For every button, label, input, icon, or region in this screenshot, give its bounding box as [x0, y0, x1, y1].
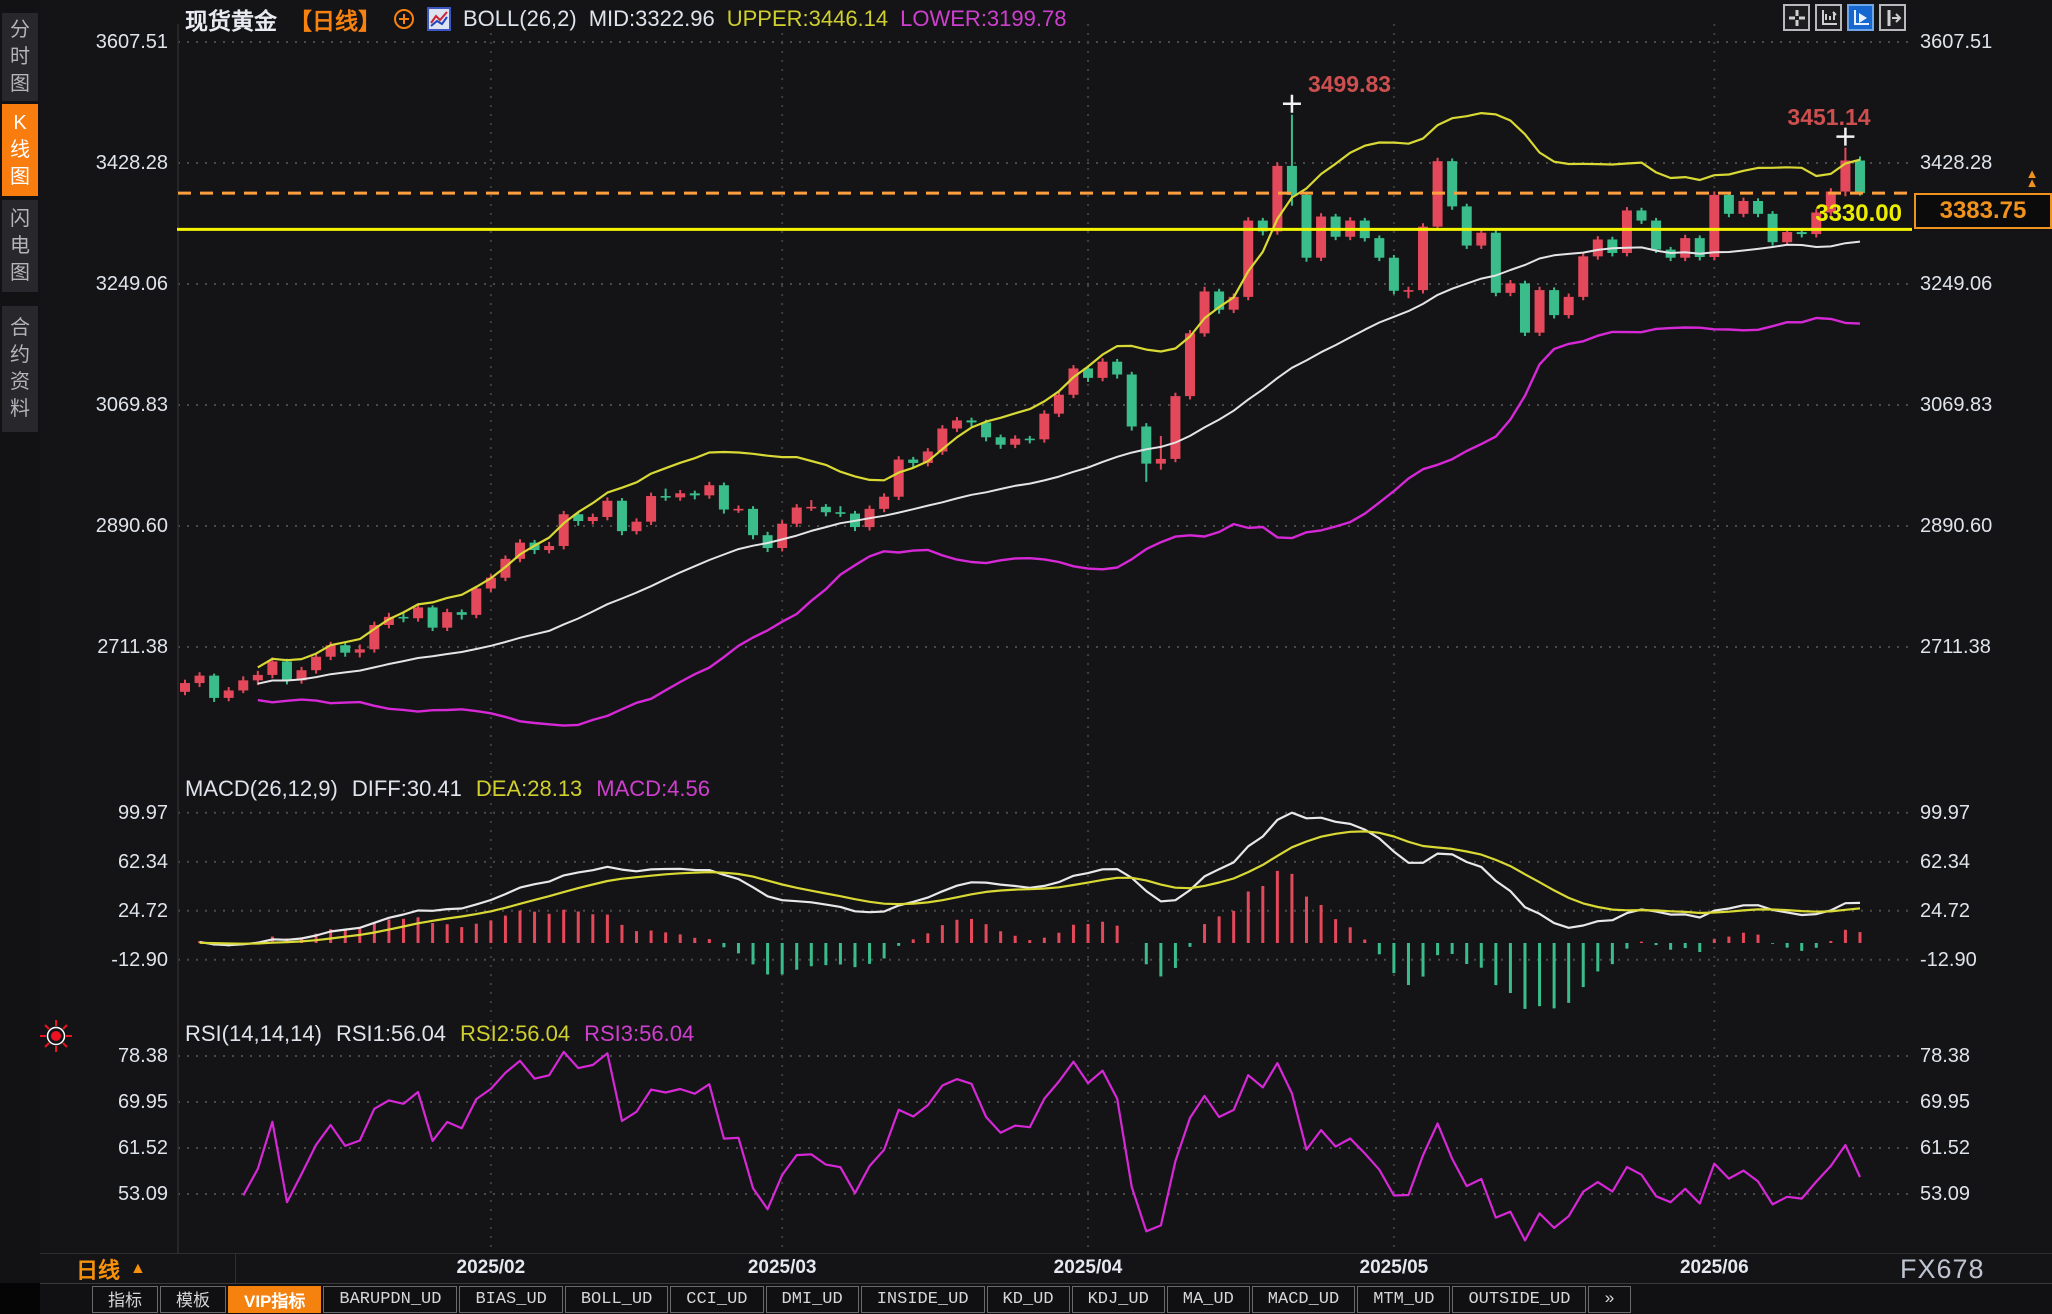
y-axis-label: 53.09	[117, 1183, 168, 1205]
bottom-tab-14[interactable]: OUTSIDE_UD	[1452, 1285, 1587, 1313]
y-axis-label: 53.09	[1920, 1183, 1971, 1205]
bottom-tab-11[interactable]: MA_UD	[1166, 1285, 1250, 1313]
indicator-tab-bar: 指标 模板 VIP指标 BARUPDN_UD BIAS_UD BOLL_UD CCI_UD D…	[40, 1283, 2052, 1314]
x-axis-label: 2025/06	[1679, 1257, 1749, 1278]
y-axis-label: 2890.60	[1920, 515, 1993, 537]
boll-mid-value: MID:3322.96	[588, 6, 715, 31]
bottom-tab-0[interactable]: 指标	[92, 1285, 158, 1313]
bottom-tab-15[interactable]: »	[1588, 1285, 1631, 1313]
bottom-tab-7[interactable]: DMI_UD	[765, 1285, 859, 1313]
rsi-params: RSI(14,14,14)	[185, 1021, 322, 1046]
axis-zoom-button[interactable]	[1815, 4, 1842, 31]
rsi2-value: RSI2:56.04	[460, 1021, 571, 1046]
rsi-header: RSI(14,14,14) RSI1:56.04 RSI2:56.04 RSI3…	[185, 1021, 694, 1047]
y-axis-label: 24.72	[117, 899, 168, 922]
add-overlay-icon[interactable]	[393, 8, 415, 30]
double-up-arrow-icon: ▲ ▲	[2025, 166, 2039, 191]
y-axis-label: 69.95	[1920, 1091, 1971, 1113]
bottom-tab-12[interactable]: MACD_UD	[1251, 1285, 1356, 1313]
y-axis-label: 61.52	[1920, 1137, 1971, 1159]
boll-lower-value: LOWER:3199.78	[900, 6, 1067, 31]
sidebar-item-1[interactable]: K线图	[2, 104, 38, 196]
y-axis-label: 78.38	[1920, 1045, 1971, 1067]
boll-params: BOLL(26,2)	[463, 6, 577, 31]
main-chart-header: 现货黄金 【日线】 BOLL(26,2) MID:3322.96 UPPER:3…	[185, 4, 1066, 34]
triangle-up-icon: ▲	[130, 1260, 146, 1277]
hline-price-label: 3330.00	[1815, 200, 1902, 228]
crosshair-icon	[1788, 9, 1805, 26]
y-axis-label: 61.52	[117, 1137, 168, 1159]
bottom-tab-6[interactable]: CCI_UD	[670, 1285, 764, 1313]
last-price-tag[interactable]: 3383.75	[1914, 193, 2052, 230]
y-axis-label: 3249.06	[95, 273, 168, 295]
chart-svg	[177, 24, 1912, 1253]
x-axis-label: 2025/04	[1053, 1257, 1123, 1278]
period-selector[interactable]: 日线 ▲	[40, 1254, 236, 1284]
y-axis-label: 3428.28	[95, 152, 168, 174]
x-axis-label: 2025/03	[747, 1257, 817, 1278]
page-title: 现货黄金	[185, 8, 277, 34]
y-axis-label: 62.34	[1920, 850, 1971, 873]
sidebar-item-2[interactable]: 闪电图	[2, 200, 38, 292]
y-axis-label: 2711.38	[1920, 636, 1991, 658]
sidebar: 分时图K线图闪电图合约资料	[0, 0, 40, 1283]
period-tag: 【日线】	[289, 8, 381, 34]
macd-header: MACD(26,12,9) DIFF:30.41 DEA:28.13 MACD:…	[185, 776, 710, 802]
y-axis-label: 69.95	[117, 1091, 168, 1113]
boll-upper-value: UPPER:3446.14	[726, 6, 889, 31]
bottom-tab-2[interactable]: VIP指标	[228, 1285, 322, 1313]
y-axis-label: 3428.28	[1920, 152, 1993, 174]
macd-dea-value: DEA:28.13	[475, 776, 583, 801]
kline-chart-icon	[427, 7, 451, 31]
crosshair-button[interactable]	[1783, 4, 1810, 31]
autoplay-button[interactable]	[1847, 4, 1874, 31]
y-axis-label: 3607.51	[1920, 31, 1993, 53]
y-axis-label: 2890.60	[95, 515, 168, 537]
rsi1-value: RSI1:56.04	[335, 1021, 447, 1046]
chart-canvas[interactable]	[0, 0, 2052, 1314]
x-axis-label: 2025/05	[1359, 1257, 1429, 1278]
period-label: 日线	[76, 1258, 121, 1283]
y-axis-label: 3607.51	[95, 31, 168, 53]
bottom-tab-5[interactable]: BOLL_UD	[564, 1285, 669, 1313]
x-axis-row: 日线 ▲ FX678 2025/02 2025/03 2025/04 2025/05 2…	[40, 1253, 2052, 1284]
bottom-tab-9[interactable]: KD_UD	[986, 1285, 1070, 1313]
chart-toolbar	[1783, 4, 1906, 31]
tabbar-left-corner	[0, 1283, 40, 1314]
bottom-tab-10[interactable]: KDJ_UD	[1071, 1285, 1165, 1313]
rsi3-value: RSI3:56.04	[584, 1021, 695, 1046]
axis-zoom-icon	[1821, 9, 1837, 25]
brand-watermark: FX678	[1900, 1254, 1985, 1284]
macd-params: MACD(26,12,9)	[185, 776, 338, 801]
y-axis-label: 3069.83	[95, 394, 168, 416]
alert-dot-icon[interactable]	[36, 1016, 76, 1056]
y-axis-label: 3249.06	[1920, 273, 1993, 295]
sidebar-item-3[interactable]: 合约资料	[2, 306, 38, 432]
autoplay-icon	[1853, 9, 1869, 25]
y-axis-label: 3069.83	[1920, 394, 1993, 416]
swing-high-label: 3499.83	[1307, 70, 1392, 97]
y-axis-label: 99.97	[1920, 801, 1971, 824]
bottom-tab-13[interactable]: MTM_UD	[1357, 1285, 1451, 1313]
bottom-tab-4[interactable]: BIAS_UD	[459, 1285, 563, 1313]
y-axis-label: 2711.38	[97, 636, 168, 658]
app-root: 分时图K线图闪电图合约资料 现货黄金 【日线】 BOLL(26,2) MID:3…	[0, 0, 2052, 1314]
bottom-tab-8[interactable]: INSIDE_UD	[860, 1285, 985, 1313]
bottom-tab-3[interactable]: BARUPDN_UD	[323, 1285, 458, 1313]
panel-shift-button[interactable]	[1879, 4, 1906, 31]
y-axis-label: -12.90	[1920, 948, 1977, 971]
y-axis-label: 24.72	[1920, 899, 1971, 922]
recent-high-label: 3451.14	[1787, 103, 1871, 130]
y-axis-label: 62.34	[117, 850, 168, 873]
bottom-tab-1[interactable]: 模板	[160, 1285, 226, 1313]
y-axis-label: 99.97	[117, 801, 168, 824]
y-axis-label: -12.90	[111, 948, 168, 971]
sidebar-item-0[interactable]: 分时图	[2, 13, 38, 101]
panel-shift-icon	[1887, 9, 1901, 26]
x-axis-label: 2025/02	[456, 1257, 526, 1278]
macd-diff-value: DIFF:30.41	[351, 776, 462, 801]
macd-value: MACD:4.56	[596, 776, 711, 801]
